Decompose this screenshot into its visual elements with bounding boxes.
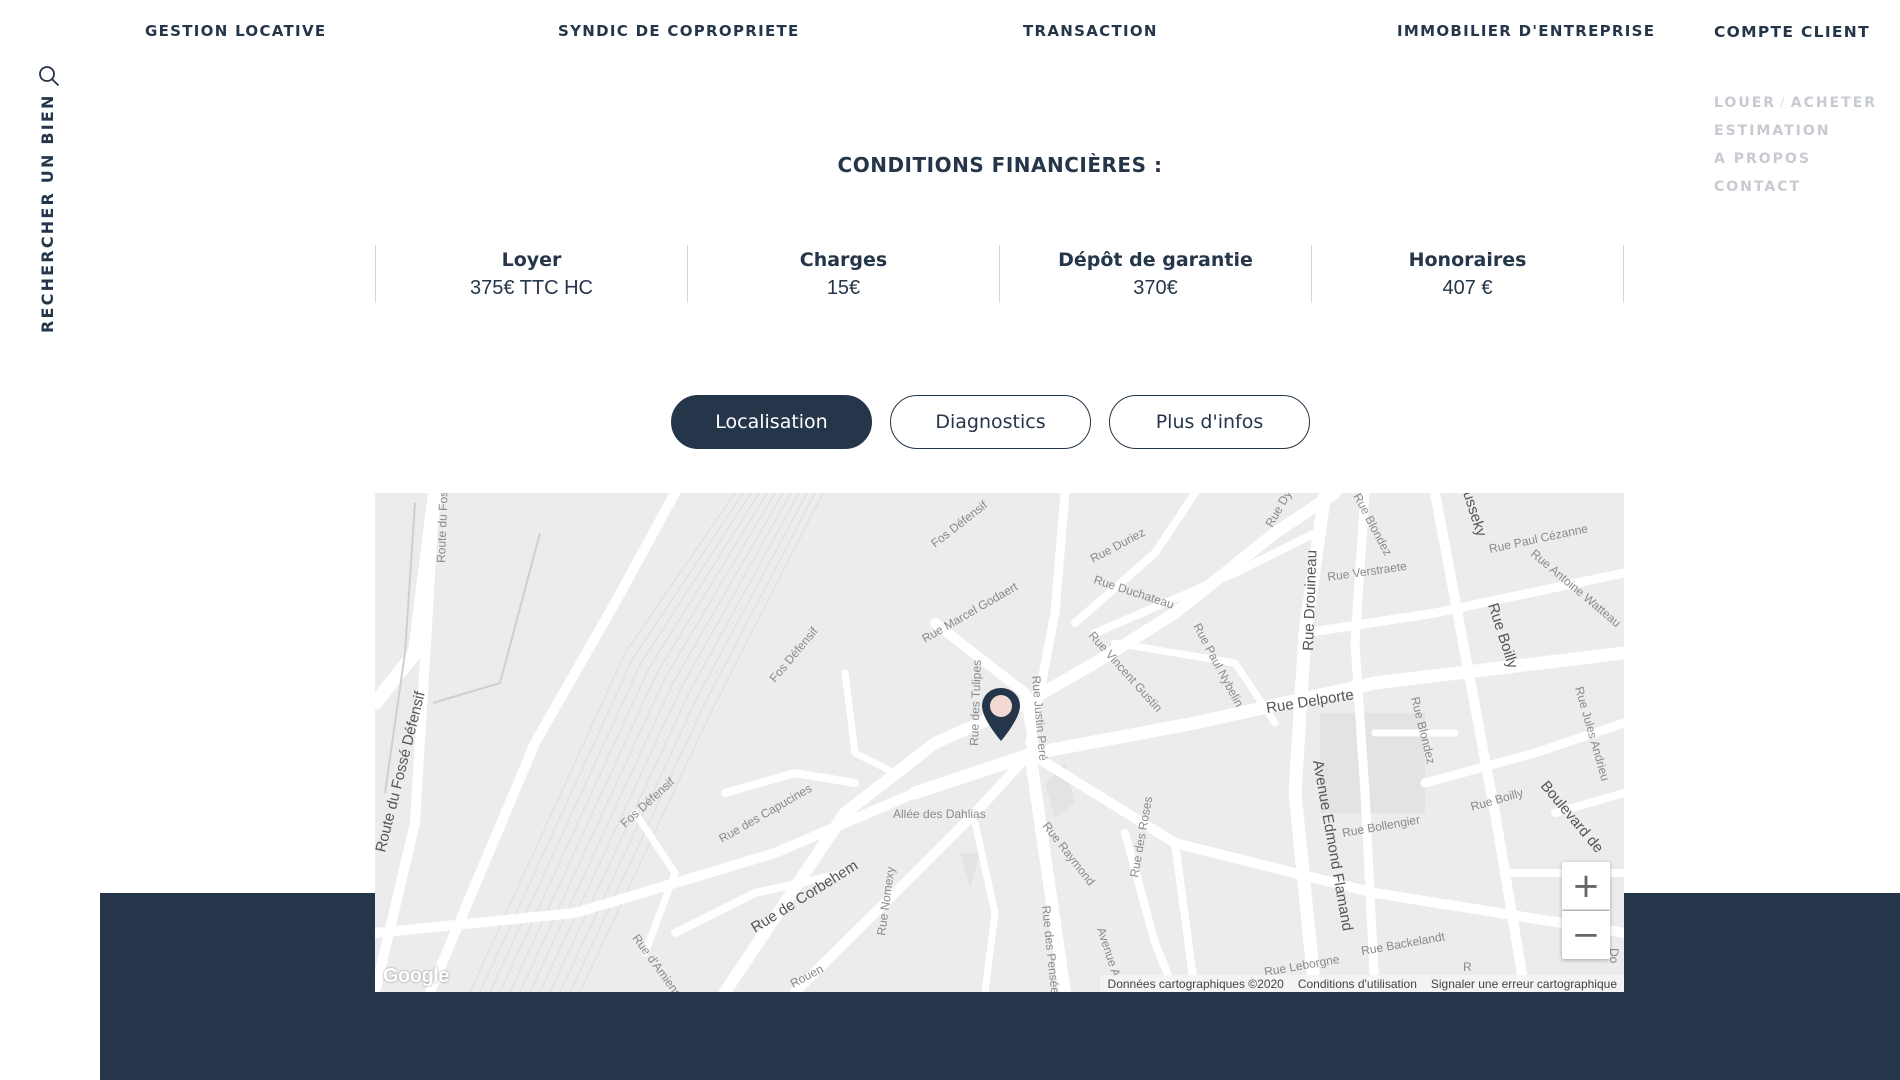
location-map[interactable]: Route du Fos Route du Fossé Défensif Fos…: [375, 493, 1624, 992]
condition-value: 15€: [826, 277, 861, 299]
nav-transaction[interactable]: TRANSACTION: [1023, 22, 1158, 40]
street-label: Rue Verstraete: [1326, 559, 1408, 584]
secondary-nav: LOUER / ACHETER ESTIMATION A PROPOS CONTAC…: [1714, 89, 1877, 201]
street-label: Rue d'Amiens: [630, 932, 685, 992]
street-label: Rue Boilly: [1484, 601, 1521, 671]
secondary-nav-row-louer-acheter: LOUER / ACHETER: [1714, 89, 1877, 117]
street-label: Rue Marcel Godaert: [920, 579, 1021, 645]
search-property-link[interactable]: RECHERCHER UN BIEN: [38, 93, 57, 333]
conditions-title: CONDITIONS FINANCIÈRES :: [837, 153, 1163, 177]
tab-plus-infos[interactable]: Plus d'infos: [1109, 395, 1310, 449]
search-icon[interactable]: [37, 64, 61, 88]
google-logo: Google: [383, 965, 449, 987]
street-label: usseky: [1459, 493, 1490, 539]
nav-separator: /: [1780, 95, 1787, 111]
zoom-in-button[interactable]: +: [1562, 862, 1610, 910]
street-label: Rue Drouineau: [1300, 550, 1321, 651]
map-attribution: Données cartographiques ©2020 Conditions…: [1099, 975, 1624, 992]
street-label: Rue Duriez: [1088, 525, 1148, 566]
street-label: Boulevard de: [1537, 778, 1607, 857]
condition-value: 375€ TTC HC: [469, 277, 593, 299]
map-report-error-link[interactable]: Signaler une erreur cartographique: [1431, 977, 1617, 991]
nav-compte-client[interactable]: COMPTE CLIENT: [1714, 23, 1870, 41]
condition-value: 370€: [1133, 277, 1178, 299]
condition-honoraires: Honoraires 407 €: [1312, 245, 1624, 303]
street-label: Avenue A: [1094, 926, 1123, 979]
street-label: Rue Bollengier: [1341, 812, 1421, 839]
street-label: Rue Nomexy: [874, 866, 898, 937]
condition-label: Honoraires: [1408, 249, 1527, 271]
street-label: Fos Défensif: [767, 624, 821, 685]
street-label: Route du Fos: [434, 493, 451, 563]
nav-estimation[interactable]: ESTIMATION: [1714, 117, 1877, 145]
condition-depot: Dépôt de garantie 370€: [1000, 245, 1312, 303]
nav-contact[interactable]: CONTACT: [1714, 173, 1877, 201]
condition-loyer: Loyer 375€ TTC HC: [376, 245, 688, 303]
nav-acheter[interactable]: ACHETER: [1791, 95, 1877, 111]
tab-diagnostics[interactable]: Diagnostics: [890, 395, 1091, 449]
condition-label: Dépôt de garantie: [1058, 249, 1253, 271]
map-data-credit: Données cartographiques ©2020: [1107, 976, 1284, 991]
nav-louer[interactable]: LOUER: [1714, 95, 1776, 111]
condition-label: Charges: [799, 249, 888, 271]
map-pin-icon[interactable]: [980, 686, 1022, 743]
map-terms-link[interactable]: Conditions d'utilisation: [1298, 977, 1417, 991]
tab-localisation[interactable]: Localisation: [671, 395, 872, 449]
street-label: R: [1463, 960, 1472, 974]
nav-syndic-copropriete[interactable]: SYNDIC DE COPROPRIETE: [558, 22, 800, 40]
nav-gestion-locative[interactable]: GESTION LOCATIVE: [145, 22, 326, 40]
street-label: Rue des Roses: [1127, 795, 1155, 878]
street-label: Fos Défensif: [928, 497, 990, 550]
condition-label: Loyer: [501, 249, 562, 271]
conditions-table: Loyer 375€ TTC HC Charges 15€ Dépôt de g…: [375, 245, 1624, 303]
condition-value: 407 €: [1442, 277, 1493, 299]
street-label: Allée des Dahlias: [893, 807, 986, 821]
condition-charges: Charges 15€: [688, 245, 1000, 303]
nav-immobilier-entreprise[interactable]: IMMOBILIER D'ENTREPRISE: [1397, 22, 1655, 40]
zoom-out-button[interactable]: −: [1562, 911, 1610, 959]
